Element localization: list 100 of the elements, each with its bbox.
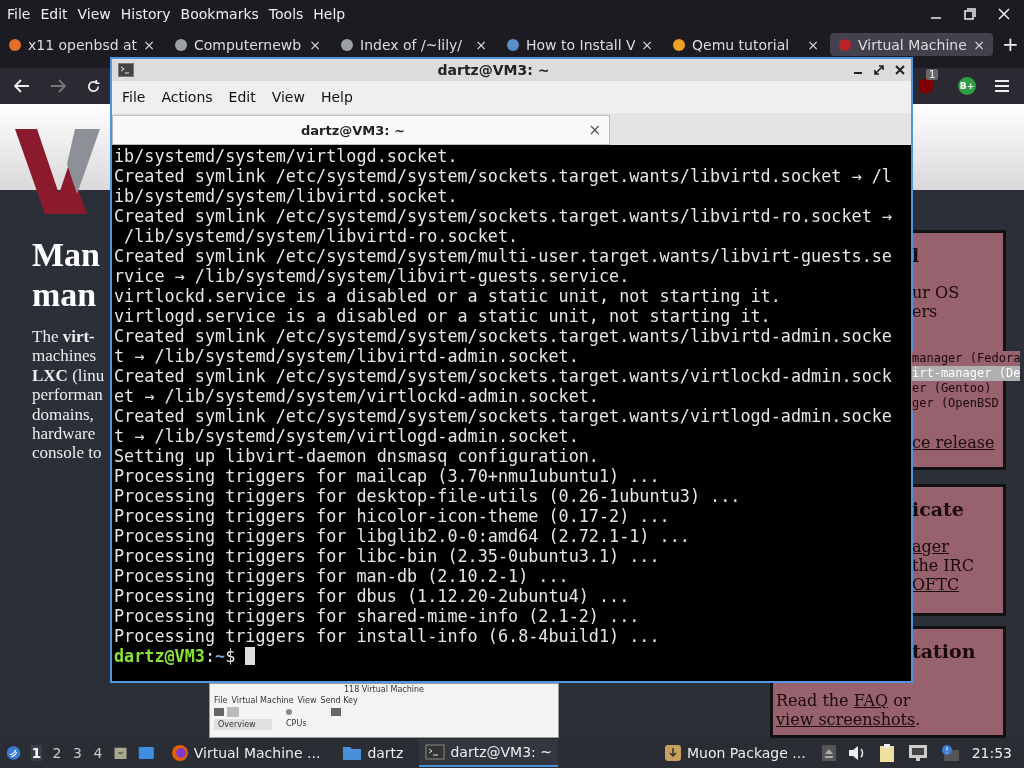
notification-icon[interactable] <box>939 744 960 762</box>
start-menu-icon[interactable] <box>6 743 22 763</box>
restore-icon[interactable] <box>964 8 976 20</box>
tab-title: Virtual Machine <box>858 36 968 53</box>
menu-item[interactable]: Tools <box>263 6 309 22</box>
browser-tab[interactable]: Virtual Machine × <box>830 33 993 56</box>
browser-tab[interactable]: Index of /~lily/ × <box>332 33 495 56</box>
menu-item[interactable]: Bookmarks <box>175 6 264 22</box>
preview-menu-item: File <box>214 696 228 705</box>
folder-icon <box>342 745 363 761</box>
menu-item[interactable]: Help <box>308 6 351 22</box>
terminal-line: Processing triggers for desktop-file-utils (0.26-1ubuntu3) ... <box>114 486 742 506</box>
favicon-icon <box>838 37 852 52</box>
menu-item[interactable]: View <box>72 6 116 22</box>
terminal-line: Created symlink /etc/systemd/system/sockets.target.wants/libvirtd-admin.socke <box>114 326 893 346</box>
terminal-line: Processing triggers for shared-mime-info (2.1-2) ... <box>114 606 641 626</box>
box-paragraph: Read the FAQ or view screenshots. <box>776 691 922 729</box>
terminal-line: virtlogd.service is a disabled or a static unit, not starting it. <box>114 306 772 326</box>
box-text: ur OS <box>912 283 960 302</box>
window-preview[interactable]: 118 Virtual Machine File Virtual Machine View Send Key Overview CPUs <box>209 683 559 738</box>
terminal-line: Created symlink /etc/systemd/system/sockets.target.wants/libvirtd.socket → /l <box>114 166 893 186</box>
shield-icon[interactable] <box>918 77 934 95</box>
code-text: manager (Fedora <box>912 351 1021 366</box>
menu-item[interactable]: Edit <box>35 6 73 22</box>
favicon-icon <box>174 37 188 52</box>
preview-sidebar-item: Overview <box>214 719 272 730</box>
menu-item[interactable]: File <box>116 89 152 105</box>
preview-menu-item: Send Key <box>320 696 358 705</box>
network-icon[interactable] <box>907 744 928 762</box>
preview-section: CPUs <box>286 719 307 730</box>
text-link[interactable]: view <box>776 710 819 729</box>
menu-item[interactable]: Help <box>314 89 359 105</box>
workspace-button[interactable]: 1 <box>31 745 42 761</box>
terminal-line: t → /lib/systemd/system/libvirtd-admin.socket. <box>114 346 580 366</box>
browser-tab[interactable]: Qemu tutorial × <box>664 33 827 56</box>
menu-item[interactable]: File <box>2 6 36 22</box>
page-heading: Man <box>32 235 101 275</box>
browser-tab[interactable]: x11 openbsd at × <box>0 33 163 56</box>
taskbar-button[interactable]: Virtual Machine ... <box>164 739 327 767</box>
text-link[interactable]: FAQ <box>853 691 889 710</box>
count-badge: 1 <box>926 69 939 80</box>
terminal-line: virtlockd.service is a disabled or a static unit, not starting it. <box>114 286 782 306</box>
tab-close[interactable]: × <box>973 36 985 53</box>
intro-text: console to <box>32 443 103 463</box>
box-text: the IRC <box>912 556 974 575</box>
volume-icon[interactable] <box>847 745 866 761</box>
intro-text: machines <box>32 346 98 366</box>
prompt-user: dartz@VM3 <box>114 646 205 666</box>
tab-title: Computernewb <box>194 36 303 53</box>
text-link[interactable]: screenshots <box>818 710 916 729</box>
taskbar-button[interactable]: dartz <box>336 739 410 767</box>
forward-icon[interactable] <box>50 79 66 93</box>
browser-tab[interactable]: How to Install V × <box>498 33 661 56</box>
intro-text: domains, <box>32 404 95 425</box>
workspace-button[interactable]: 3 <box>72 745 83 761</box>
favicon-icon <box>672 37 686 52</box>
favicon-icon <box>506 37 520 52</box>
back-icon[interactable] <box>14 79 30 93</box>
clock: 21:53 <box>971 745 1012 761</box>
text-link[interactable]: OFTC <box>912 575 960 594</box>
text-link[interactable]: ce release <box>912 433 995 452</box>
terminal-icon <box>425 744 446 760</box>
text-link[interactable]: ager <box>912 537 949 556</box>
terminal-icon <box>118 63 134 77</box>
eject-icon[interactable] <box>821 745 836 761</box>
menu-icon[interactable] <box>994 79 1010 93</box>
menu-item[interactable]: Actions <box>155 89 219 105</box>
menu-item[interactable]: Edit <box>222 89 262 105</box>
maximize-icon[interactable] <box>874 65 884 75</box>
desktop-icon[interactable] <box>138 744 155 762</box>
taskbar-button[interactable]: Muon Package ... <box>657 739 812 767</box>
intro-text: performan <box>32 385 104 405</box>
menu-item[interactable]: View <box>265 89 311 105</box>
clipboard-icon[interactable] <box>877 743 896 763</box>
terminal-line: Created symlink /etc/systemd/system/sockets.target.wants/virtlogd-admin.socke <box>114 406 893 426</box>
close-icon[interactable] <box>895 65 905 75</box>
terminal-line: Created symlink /etc/systemd/system/sockets.target.wants/virtlockd-admin.sock <box>114 366 893 386</box>
favicon-icon <box>340 37 354 52</box>
package-icon <box>663 744 682 762</box>
workspace-button[interactable]: 2 <box>51 745 63 761</box>
reload-icon[interactable] <box>86 78 101 94</box>
box-heading: icate <box>912 497 964 521</box>
terminal-line: Processing triggers for libc-bin (2.35-0ubuntu3.1) ... <box>114 546 661 566</box>
tab-close[interactable]: × <box>143 36 155 53</box>
tab-close[interactable]: × <box>475 36 487 53</box>
tab-title: How to Install V <box>526 36 636 53</box>
code-text: irt-manager (De <box>912 366 1021 381</box>
browser-tab[interactable]: Computernewb × <box>166 33 329 56</box>
intro-text: LXC (linu <box>32 365 106 386</box>
box-text: ers <box>912 302 938 321</box>
terminal-tab[interactable]: dartz@VM3: ~ × <box>112 115 610 145</box>
tab-close[interactable]: × <box>309 36 321 53</box>
new-tab-button[interactable]: + <box>1002 33 1019 56</box>
tab-close[interactable]: × <box>641 36 653 53</box>
tab-close[interactable]: × <box>807 36 819 53</box>
taskbar-button[interactable]: dartz@VM3: ~ <box>419 739 558 767</box>
terminal-line: Created symlink /etc/systemd/system/multi-user.target.wants/libvirt-guests.se <box>114 246 893 266</box>
terminal-line: ib/systemd/system/virtlogd.socket. <box>114 146 459 166</box>
workspace-button[interactable]: 4 <box>92 745 104 761</box>
menu-item[interactable]: History <box>115 6 176 22</box>
